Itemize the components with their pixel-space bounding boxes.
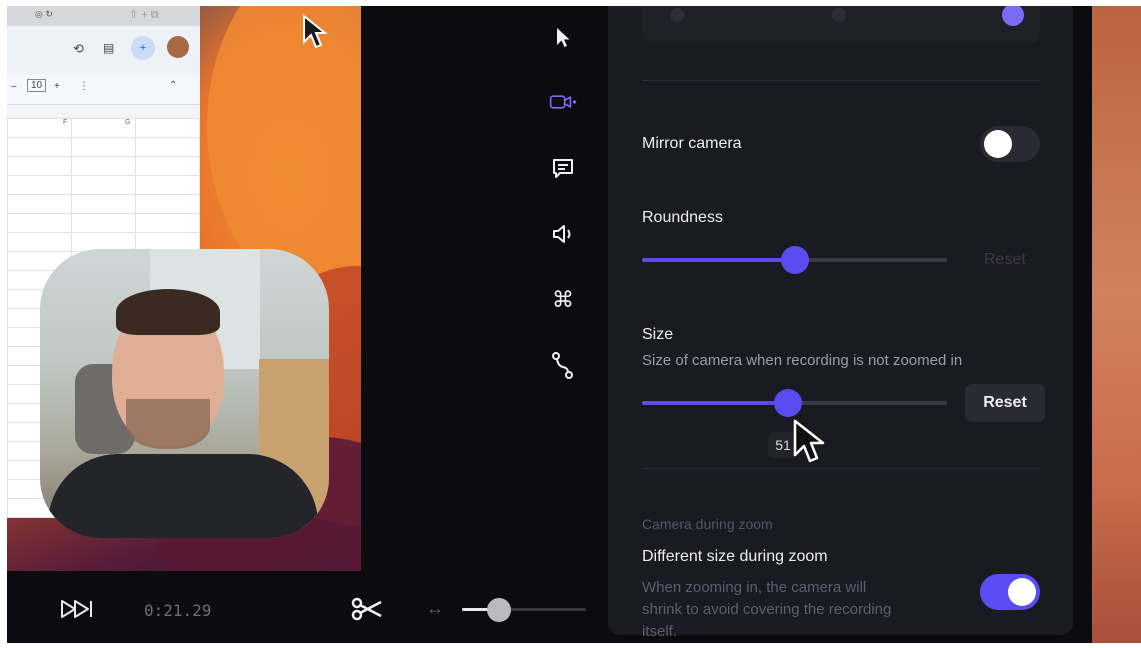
size-description: Size of camera when recording is not zoo… [642, 352, 963, 369]
toggle-knob [1008, 578, 1036, 606]
avatar[interactable] [167, 36, 189, 58]
camera-icon [549, 95, 577, 109]
description-line: itself. [642, 623, 678, 640]
history-icon[interactable]: ⟲ [73, 41, 84, 57]
person-hair [116, 289, 220, 335]
rail-cursor[interactable] [549, 24, 577, 52]
size-slider[interactable] [642, 389, 947, 417]
shortcut-icon[interactable]: ⌘ [549, 286, 577, 314]
different-size-label: Different size during zoom [642, 548, 828, 565]
slider-thumb[interactable] [774, 389, 803, 417]
playback-bar: 0:21.29 ↔ [7, 571, 607, 643]
different-size-toggle[interactable] [980, 574, 1040, 610]
roundness-reset-button[interactable]: Reset [984, 251, 1026, 269]
more-icon[interactable]: ⋮ [79, 81, 89, 92]
zoom-section-heading: Camera during zoom [642, 516, 773, 532]
browser-nav: ⟲ ▤ + [7, 26, 200, 74]
slider-fill [642, 401, 789, 405]
increase-font-icon[interactable]: + [54, 81, 60, 92]
captions-icon [553, 159, 573, 178]
skip-forward-icon[interactable] [60, 599, 94, 619]
collapse-icon[interactable]: ⌃ [169, 80, 177, 91]
rail-camera[interactable] [549, 88, 577, 116]
slider-thumb[interactable] [780, 246, 809, 274]
recording-preview[interactable]: ◎ ↻ ⇧ + ⧉ ⟲ ▤ + − 10 + ⋮ ⌃ F G [7, 6, 361, 571]
person-beard [126, 399, 210, 449]
settings-rail: ⌘ [537, 6, 587, 571]
person-shirt [48, 454, 318, 538]
font-size-field[interactable]: 10 [27, 79, 47, 92]
path-icon [552, 352, 573, 379]
divider [642, 80, 1040, 81]
app-window: ◎ ↻ ⇧ + ⧉ ⟲ ▤ + − 10 + ⋮ ⌃ F G 0:21.29 ↔… [7, 6, 1092, 643]
sheet-toolbar: − 10 + ⋮ ⌃ [7, 74, 200, 105]
description-line: shrink to avoid covering the recording [642, 601, 892, 618]
audio-icon [553, 225, 571, 243]
column-header: G [125, 119, 131, 126]
camera-settings-panel: Mirror camera Roundness Reset Size Size … [608, 6, 1073, 640]
rail-captions[interactable] [549, 154, 577, 182]
toggle-knob [984, 130, 1012, 158]
description-line: When zooming in, the camera will [642, 579, 867, 596]
size-label: Size [642, 326, 674, 343]
timecode: 0:21.29 [144, 601, 212, 620]
different-size-description: When zooming in, the camera will shrink … [642, 577, 962, 643]
window-controls: ⇧ + ⧉ [129, 9, 159, 21]
comment-icon[interactable]: ▤ [103, 41, 114, 55]
slider-fill [642, 258, 795, 262]
divider [642, 468, 1040, 469]
share-icon[interactable]: + [131, 36, 155, 60]
pointer-icon [557, 28, 570, 47]
browser-titlebar: ◎ ↻ ⇧ + ⧉ [7, 6, 200, 26]
timeline-zoom-slider[interactable] [462, 598, 586, 622]
option-dot[interactable] [832, 8, 846, 22]
roundness-slider[interactable] [642, 246, 947, 274]
rail-audio[interactable] [549, 220, 577, 248]
roundness-label: Roundness [642, 209, 723, 226]
mouse-cursor-icon [793, 419, 825, 463]
zoom-slider-thumb[interactable] [487, 598, 512, 622]
mirror-camera-toggle[interactable] [980, 126, 1040, 162]
tab-icons: ◎ ↻ [35, 9, 53, 19]
camera-overlay[interactable] [40, 249, 329, 538]
option-dot-selected[interactable] [1002, 6, 1024, 26]
scissors-icon[interactable] [351, 597, 383, 621]
mirror-camera-label: Mirror camera [642, 135, 742, 152]
rail-path[interactable] [549, 352, 577, 380]
width-arrows-icon: ↔ [426, 598, 444, 618]
column-header: F [63, 119, 68, 126]
previous-option-card [642, 6, 1040, 42]
option-dot[interactable] [670, 8, 684, 22]
desktop-wallpaper-edge [1092, 6, 1141, 643]
mouse-cursor-icon [303, 14, 328, 49]
size-reset-button[interactable]: Reset [965, 384, 1045, 422]
decrease-font-icon[interactable]: − [11, 82, 17, 93]
